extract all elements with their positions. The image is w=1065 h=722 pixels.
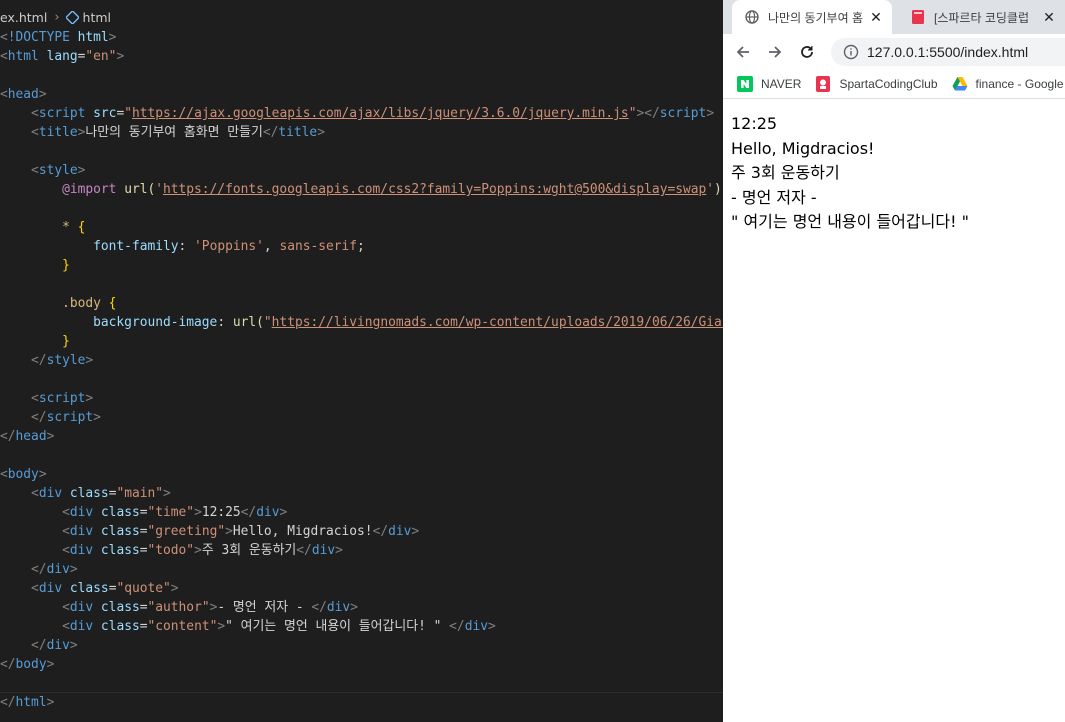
breadcrumb-symbol[interactable]: html	[83, 10, 111, 25]
address-bar[interactable]: 127.0.0.1:5500/index.html	[831, 38, 1065, 66]
code-line: <title>나만의 동기부여 홈화면 만들기</title>	[31, 125, 325, 140]
quote-content: " 여기는 명언 내용이 들어갑니다! "	[731, 212, 969, 232]
code-line: <div class="greeting">Hello, Migdracios!…	[62, 524, 420, 539]
tab-inactive[interactable]: [스파르타 코딩클럽 ✕	[898, 0, 1065, 34]
code-line: </html>	[0, 695, 55, 710]
todo-text: 주 3회 운동하기	[731, 163, 840, 183]
time-text: 12:25	[731, 114, 778, 133]
reload-icon[interactable]	[795, 40, 819, 64]
code-line: <div class="quote">	[31, 581, 179, 596]
bookmark-label: SpartaCodingClub	[839, 77, 938, 91]
code-line: </script>	[31, 410, 101, 425]
code-line: * {	[62, 220, 86, 235]
forward-icon[interactable]	[763, 40, 787, 64]
naver-icon	[737, 76, 753, 92]
url-text[interactable]: 127.0.0.1:5500/index.html	[867, 44, 1028, 60]
code-editor[interactable]: ex.html › html <!DOCTYPE html> <html lang…	[0, 0, 723, 722]
code-line: <div class="time">12:25</div>	[62, 505, 288, 520]
divider	[0, 692, 723, 693]
code-line: <div class="author">- 명언 저자 - </div>	[62, 600, 358, 615]
code-line: <style>	[31, 163, 86, 178]
greeting-text: Hello, Migdracios!	[731, 138, 875, 158]
browser-toolbar: 127.0.0.1:5500/index.html	[723, 34, 1065, 70]
tab-title: 나만의 동기부여 홈	[768, 10, 863, 25]
code-line: <body>	[0, 467, 47, 482]
code-line: @import url('https://fonts.googleapis.co…	[62, 182, 723, 197]
close-icon[interactable]: ✕	[1041, 9, 1057, 26]
bookmark-naver[interactable]: NAVER	[737, 76, 801, 92]
breadcrumb: ex.html › html	[0, 7, 111, 27]
bookmarks-bar: NAVER SpartaCodingClub finance - Google	[723, 70, 1065, 99]
breadcrumb-file[interactable]: ex.html	[0, 10, 47, 25]
back-icon[interactable]	[731, 40, 755, 64]
code-line: }	[62, 258, 70, 273]
code-line: </style>	[31, 353, 94, 368]
bookmark-label: finance - Google	[975, 77, 1064, 91]
google-drive-icon	[952, 76, 968, 92]
tab-strip: 나만의 동기부여 홈 ✕ [스파르타 코딩클럽 ✕	[723, 0, 1065, 34]
code-line: <script>	[31, 391, 94, 406]
code-line: </div>	[31, 638, 78, 653]
code-line: <html lang="en">	[0, 49, 125, 64]
globe-icon	[744, 9, 760, 25]
code-line: <!DOCTYPE html>	[0, 30, 117, 45]
code-line: <div class="main">	[31, 486, 171, 501]
code-line: <div class="content">" 여기는 명언 내용이 들어갑니다!…	[62, 619, 496, 634]
symbol-icon	[65, 10, 79, 24]
bookmark-label: NAVER	[761, 77, 802, 91]
code-line: <script src="https://ajax.googleapis.com…	[31, 106, 715, 121]
code-line: font-family: 'Poppins', sans-serif;	[93, 239, 365, 254]
code-line: }	[62, 334, 70, 349]
info-icon[interactable]	[843, 44, 859, 60]
code-line: <div class="todo">주 3회 운동하기</div>	[62, 543, 343, 558]
code-line: .body {	[62, 296, 117, 311]
page-content: 12:25 Hello, Migdracios! 주 3회 운동하기 - 명언 …	[731, 112, 969, 235]
bookmark-sparta[interactable]: SpartaCodingClub	[815, 76, 938, 92]
chevron-right-icon: ›	[54, 9, 60, 25]
code-line: background-image: url("https://livingnom…	[93, 315, 723, 330]
code-line: </head>	[0, 429, 55, 444]
code-line: </body>	[0, 657, 55, 672]
tab-title: [스파르타 코딩클럽	[934, 10, 1029, 25]
code-line: <head>	[0, 87, 47, 102]
bookmark-finance[interactable]: finance - Google	[952, 76, 1064, 92]
close-icon[interactable]: ✕	[868, 9, 884, 26]
code-content[interactable]: <!DOCTYPE html> <html lang="en"> <head> <…	[0, 28, 723, 712]
tab-active[interactable]: 나만의 동기부여 홈 ✕	[732, 0, 892, 34]
book-icon	[910, 9, 926, 25]
code-line: </div>	[31, 562, 78, 577]
browser-window: 나만의 동기부여 홈 ✕ [스파르타 코딩클럽 ✕ 127.0.0.1:5500…	[723, 0, 1065, 722]
quote-author: - 명언 저자 -	[731, 187, 817, 207]
sparta-icon	[815, 76, 831, 92]
